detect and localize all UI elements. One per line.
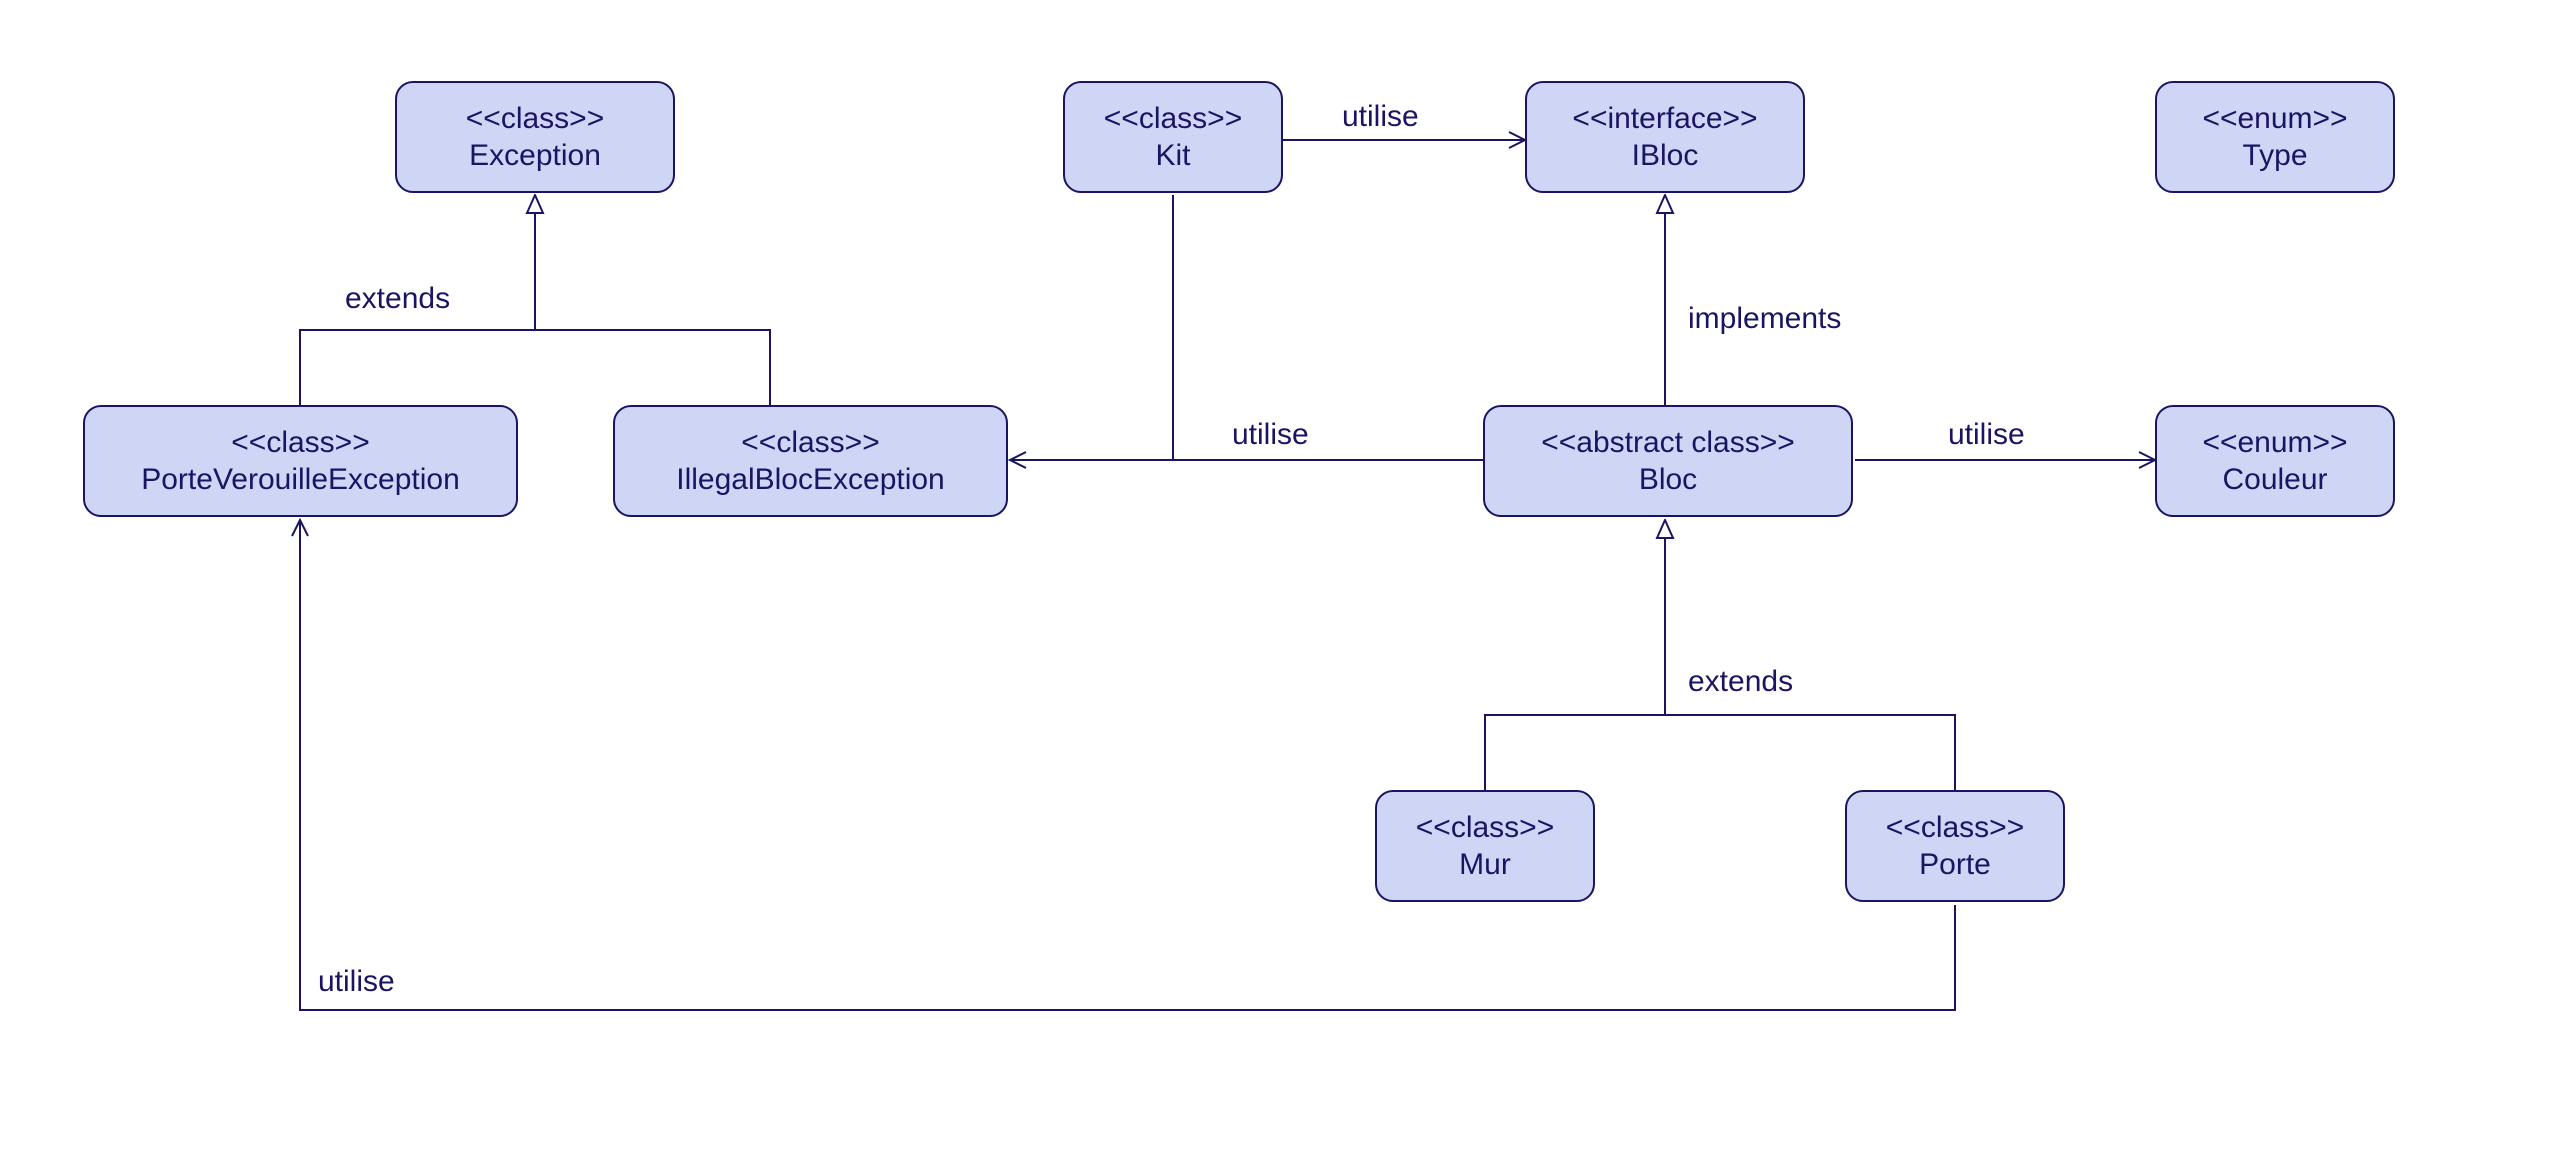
edge-label-bloc-utilise-couleur: utilise: [1948, 418, 2025, 452]
edge-label-bloc-utilise-illegal: utilise: [1232, 418, 1309, 452]
edge-label-kit-utilise-ibloc: utilise: [1342, 100, 1419, 134]
stereotype: <<class>>: [1886, 809, 2024, 847]
class-name: IBloc: [1632, 137, 1699, 175]
node-exception: <<class>> Exception: [395, 81, 675, 193]
stereotype: <<enum>>: [2202, 100, 2347, 138]
node-illegal-bloc-exception: <<class>> IllegalBlocException: [613, 405, 1008, 517]
edge-label-porte-utilise-pve: utilise: [318, 965, 395, 999]
node-porte-verouille-exception: <<class>> PorteVerouilleException: [83, 405, 518, 517]
class-name: PorteVerouilleException: [141, 461, 460, 499]
node-bloc: <<abstract class>> Bloc: [1483, 405, 1853, 517]
stereotype: <<class>>: [741, 424, 879, 462]
edge-label-bloc-implements-ibloc: implements: [1688, 302, 1841, 336]
node-ibloc: <<interface>> IBloc: [1525, 81, 1805, 193]
class-name: Couleur: [2222, 461, 2327, 499]
stereotype: <<interface>>: [1572, 100, 1757, 138]
node-porte: <<class>> Porte: [1845, 790, 2065, 902]
class-name: Porte: [1919, 846, 1991, 884]
class-name: Mur: [1459, 846, 1511, 884]
class-name: IllegalBlocException: [676, 461, 945, 499]
stereotype: <<abstract class>>: [1541, 424, 1794, 462]
edge-label-extends-exception: extends: [345, 282, 450, 316]
stereotype: <<class>>: [1416, 809, 1554, 847]
diagram-canvas: <<class>> Exception <<class>> Kit <<inte…: [0, 0, 2552, 1167]
stereotype: <<enum>>: [2202, 424, 2347, 462]
node-type: <<enum>> Type: [2155, 81, 2395, 193]
class-name: Bloc: [1639, 461, 1697, 499]
stereotype: <<class>>: [231, 424, 369, 462]
stereotype: <<class>>: [1104, 100, 1242, 138]
node-kit: <<class>> Kit: [1063, 81, 1283, 193]
edge-label-extends-bloc: extends: [1688, 665, 1793, 699]
stereotype: <<class>>: [466, 100, 604, 138]
node-mur: <<class>> Mur: [1375, 790, 1595, 902]
class-name: Kit: [1155, 137, 1190, 175]
node-couleur: <<enum>> Couleur: [2155, 405, 2395, 517]
class-name: Type: [2242, 137, 2307, 175]
class-name: Exception: [469, 137, 601, 175]
